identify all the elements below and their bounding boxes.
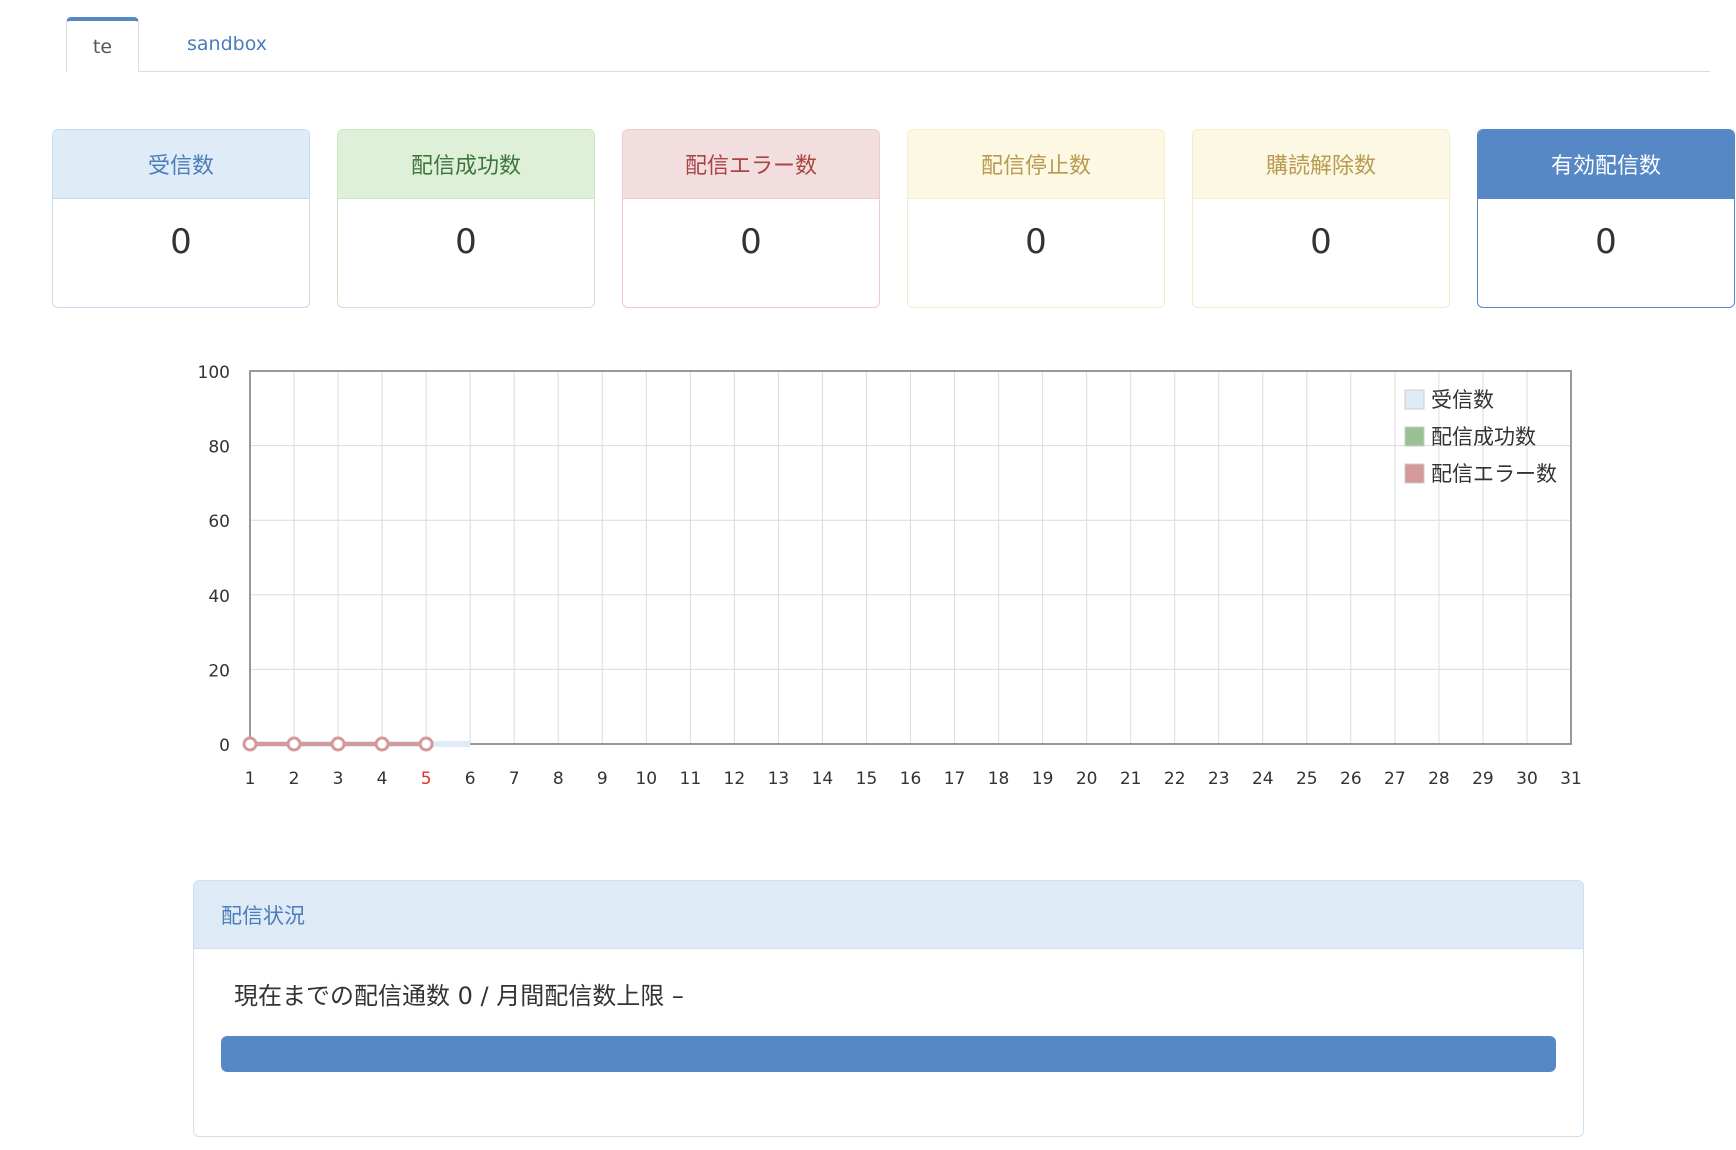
x-tick-label: 11 [680, 769, 702, 789]
y-tick-label: 0 [219, 736, 230, 756]
x-tick-label: 29 [1472, 769, 1494, 789]
series-point [286, 736, 302, 752]
x-tick-label: 14 [812, 769, 834, 789]
series-point [242, 736, 258, 752]
x-tick-label: 26 [1340, 769, 1362, 789]
x-tick-label: 18 [988, 769, 1010, 789]
delivery-status-panel: 配信状況 現在までの配信通数 0 / 月間配信数上限 – [193, 880, 1584, 1137]
x-tick-label: 4 [377, 769, 388, 789]
x-tick-label: 5 [421, 769, 432, 789]
x-tick-label: 24 [1252, 769, 1274, 789]
y-tick-label: 80 [208, 438, 230, 458]
daily-delivery-chart: 0204060801001 2 3 4 5 6 7 8 9 10 11 12 13 14 15 16 17 18 1… [198, 363, 1582, 789]
x-tick-label: 6 [465, 769, 476, 789]
delivery-progress [221, 1036, 1556, 1072]
y-tick-label: 60 [208, 512, 230, 532]
x-tick-label: 19 [1032, 769, 1054, 789]
legend-label: 配信成功数 [1431, 425, 1536, 449]
series-point [374, 736, 390, 752]
x-tick-label: 25 [1296, 769, 1318, 789]
x-tick-label: 30 [1516, 769, 1538, 789]
x-tick-label: 22 [1164, 769, 1186, 789]
y-tick-label: 20 [208, 661, 230, 681]
x-tick-label: 12 [724, 769, 746, 789]
delivery-progress-bar [221, 1036, 1556, 1072]
x-tick-label: 2 [289, 769, 300, 789]
x-tick-label: 10 [635, 769, 657, 789]
x-tick-label: 27 [1384, 769, 1406, 789]
x-tick-label: 1 [245, 769, 256, 789]
x-tick-label: 23 [1208, 769, 1230, 789]
x-tick-label: 31 [1560, 769, 1582, 789]
series-point [418, 736, 434, 752]
y-tick-label: 100 [198, 363, 230, 383]
x-tick-label: 9 [597, 769, 608, 789]
x-tick-label: 15 [856, 769, 878, 789]
x-tick-label: 16 [900, 769, 922, 789]
series-point [330, 736, 346, 752]
x-tick-label: 28 [1428, 769, 1450, 789]
x-tick-label: 8 [553, 769, 564, 789]
x-tick-label: 7 [509, 769, 520, 789]
y-tick-label: 40 [208, 587, 230, 607]
x-tick-label: 21 [1120, 769, 1142, 789]
delivery-count-text: 現在までの配信通数 0 / 月間配信数上限 – [234, 982, 684, 1010]
legend-label: 配信エラー数 [1431, 462, 1557, 486]
x-tick-label: 20 [1076, 769, 1098, 789]
x-tick-label: 17 [944, 769, 966, 789]
x-tick-label: 13 [768, 769, 790, 789]
legend-swatch [1404, 463, 1425, 484]
x-tick-label: 3 [333, 769, 344, 789]
legend-swatch [1404, 426, 1425, 447]
legend-swatch [1404, 389, 1425, 410]
legend-label: 受信数 [1431, 388, 1494, 412]
panel-title: 配信状況 [194, 881, 1583, 949]
